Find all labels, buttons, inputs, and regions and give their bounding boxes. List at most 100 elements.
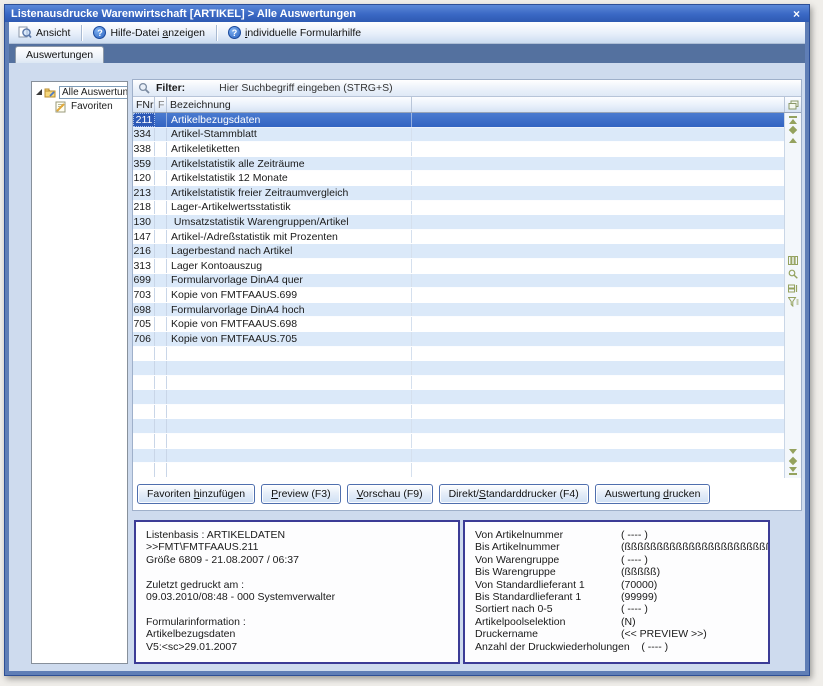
action-button-0[interactable]: Favoriten hinzufügen bbox=[137, 484, 255, 504]
info-line bbox=[146, 566, 458, 578]
cell-bezeichnung bbox=[167, 463, 412, 477]
scroll-down-icon[interactable] bbox=[789, 446, 797, 456]
cell-f bbox=[155, 376, 167, 390]
cell-bezeichnung bbox=[167, 376, 412, 390]
table-row[interactable]: 334Artikel-Stammblatt bbox=[133, 128, 784, 143]
column-header-fnr[interactable]: FNr bbox=[133, 97, 155, 112]
info-line: Listenbasis : ARTIKELDATEN bbox=[146, 529, 458, 541]
cell-f bbox=[155, 419, 167, 433]
table-row[interactable]: 359Artikelstatistik alle Zeiträume bbox=[133, 157, 784, 172]
filter-input[interactable]: Hier Suchbegriff eingeben (STRG+S) bbox=[219, 82, 392, 94]
cell-filler bbox=[412, 113, 784, 127]
table-row[interactable]: 147Artikel-/Adreßstatistik mit Prozenten bbox=[133, 230, 784, 245]
table-row-empty bbox=[133, 405, 784, 420]
cell-f bbox=[155, 128, 167, 142]
cell-fnr: 698 bbox=[133, 303, 155, 317]
table-row[interactable]: 338Artikeletiketten bbox=[133, 142, 784, 157]
table-header: FNr F Bezeichnung bbox=[133, 97, 801, 113]
filter-funnel-icon[interactable] bbox=[788, 297, 799, 307]
table-row[interactable]: 706Kopie von FMTFAAUS.705 bbox=[133, 332, 784, 347]
note-edit-icon bbox=[54, 101, 67, 113]
parameter-value: (<< PREVIEW >>) bbox=[621, 628, 707, 640]
scroll-to-top-icon[interactable] bbox=[789, 115, 797, 125]
cell-filler bbox=[412, 274, 784, 288]
parameter-row: Von Warengruppe( ---- ) bbox=[475, 554, 768, 566]
tree-item-favoriten[interactable]: Favoriten bbox=[32, 100, 127, 113]
copy-windows-icon[interactable] bbox=[784, 97, 801, 112]
sort-icon[interactable] bbox=[788, 283, 799, 293]
scroll-up-icon[interactable] bbox=[789, 135, 797, 145]
search-icon[interactable] bbox=[788, 269, 798, 279]
cell-bezeichnung bbox=[167, 390, 412, 404]
cell-filler bbox=[412, 332, 784, 346]
table-row[interactable]: 313Lager Kontoauszug bbox=[133, 259, 784, 274]
tree-item-alle-auswertungen[interactable]: Alle Auswertungen bbox=[32, 86, 127, 99]
tab-auswertungen[interactable]: Auswertungen bbox=[15, 46, 104, 63]
columns-icon[interactable] bbox=[788, 255, 798, 265]
table-row-empty bbox=[133, 419, 784, 434]
cell-f bbox=[155, 244, 167, 258]
cell-filler bbox=[412, 317, 784, 331]
scroll-to-bottom-icon[interactable] bbox=[789, 466, 797, 476]
app-window: Listenausdrucke Warenwirtschaft [ARTIKEL… bbox=[4, 4, 810, 676]
magnifier-document-icon bbox=[18, 26, 32, 39]
close-icon[interactable]: × bbox=[790, 7, 803, 21]
help-file-button[interactable]: ? Hilfe-Datei anzeigen bbox=[88, 24, 210, 41]
cell-bezeichnung bbox=[167, 361, 412, 375]
action-button-4[interactable]: Auswertung drucken bbox=[595, 484, 711, 504]
cell-filler bbox=[412, 186, 784, 200]
window-body: Ansicht ? Hilfe-Datei anzeigen ? individ… bbox=[9, 22, 805, 671]
parameter-label: Sortiert nach 0-5 bbox=[475, 603, 621, 615]
filter-label: Filter: bbox=[156, 82, 185, 94]
parameter-label: Von Artikelnummer bbox=[475, 529, 621, 541]
table-row[interactable]: 130 Umsatzstatistik Warengruppen/Artikel bbox=[133, 215, 784, 230]
scroll-tools-group bbox=[788, 255, 799, 307]
ansicht-button[interactable]: Ansicht bbox=[13, 24, 75, 41]
table-row[interactable]: 211Artikelbezugsdaten bbox=[133, 113, 784, 128]
vertical-scrollbar[interactable] bbox=[784, 113, 801, 478]
toolbar: Ansicht ? Hilfe-Datei anzeigen ? individ… bbox=[9, 22, 805, 44]
info-line: Größe 6809 - 21.08.2007 / 06:37 bbox=[146, 554, 458, 566]
filter-bar: Filter: Hier Suchbegriff eingeben (STRG+… bbox=[133, 80, 801, 97]
table-row[interactable]: 699Formularvorlage DinA4 quer bbox=[133, 274, 784, 289]
cell-filler bbox=[412, 259, 784, 273]
action-button-3[interactable]: Direkt/Standarddrucker (F4) bbox=[439, 484, 589, 504]
scroll-page-down-icon[interactable] bbox=[789, 456, 797, 466]
parameter-row: Bis Artikelnummer(ßßßßßßßßßßßßßßßßßßßßßß… bbox=[475, 541, 768, 553]
table-row[interactable]: 213Artikelstatistik freier Zeitraumvergl… bbox=[133, 186, 784, 201]
cell-fnr: 313 bbox=[133, 259, 155, 273]
cell-fnr bbox=[133, 434, 155, 448]
table-row[interactable]: 703Kopie von FMTFAAUS.699 bbox=[133, 288, 784, 303]
table-row[interactable]: 216Lagerbestand nach Artikel bbox=[133, 244, 784, 259]
parameter-row: Bis Warengruppe(ßßßßß) bbox=[475, 566, 768, 578]
cell-f bbox=[155, 215, 167, 229]
tree-expander-icon[interactable] bbox=[36, 89, 42, 95]
table-row[interactable]: 218Lager-Artikelwertsstatistik bbox=[133, 201, 784, 216]
info-line bbox=[146, 603, 458, 615]
table-row[interactable]: 698Formularvorlage DinA4 hoch bbox=[133, 303, 784, 318]
cell-bezeichnung: Artikelstatistik 12 Monate bbox=[167, 171, 412, 185]
cell-fnr: 120 bbox=[133, 171, 155, 185]
report-list-panel: Filter: Hier Suchbegriff eingeben (STRG+… bbox=[132, 79, 802, 511]
action-button-2[interactable]: Vorschau (F9) bbox=[347, 484, 433, 504]
cell-bezeichnung: Kopie von FMTFAAUS.698 bbox=[167, 317, 412, 331]
cell-fnr bbox=[133, 347, 155, 361]
help-icon: ? bbox=[93, 26, 106, 39]
table-row[interactable]: 120 Artikelstatistik 12 Monate bbox=[133, 171, 784, 186]
cell-fnr bbox=[133, 376, 155, 390]
cell-f bbox=[155, 201, 167, 215]
column-header-bezeichnung[interactable]: Bezeichnung bbox=[167, 97, 412, 112]
cell-fnr: 130 bbox=[133, 215, 155, 229]
column-header-f[interactable]: F bbox=[155, 97, 167, 112]
table-row-empty bbox=[133, 463, 784, 478]
parameter-value: (ßßßßßßßßßßßßßßßßßßßßßßßß) bbox=[621, 541, 770, 553]
scroll-page-up-icon[interactable] bbox=[789, 125, 797, 135]
cell-bezeichnung: Formularvorlage DinA4 quer bbox=[167, 274, 412, 288]
action-button-1[interactable]: Preview (F3) bbox=[261, 484, 341, 504]
cell-bezeichnung: Lager-Artikelwertsstatistik bbox=[167, 201, 412, 215]
parameter-value: (99999) bbox=[621, 591, 657, 603]
table-row[interactable]: 705Kopie von FMTFAAUS.698 bbox=[133, 317, 784, 332]
help-file-label: Hilfe-Datei anzeigen bbox=[110, 27, 205, 39]
parameter-label: Bis Standardlieferant 1 bbox=[475, 591, 621, 603]
individual-form-help-button[interactable]: ? individuelle Formularhilfe bbox=[223, 24, 366, 41]
